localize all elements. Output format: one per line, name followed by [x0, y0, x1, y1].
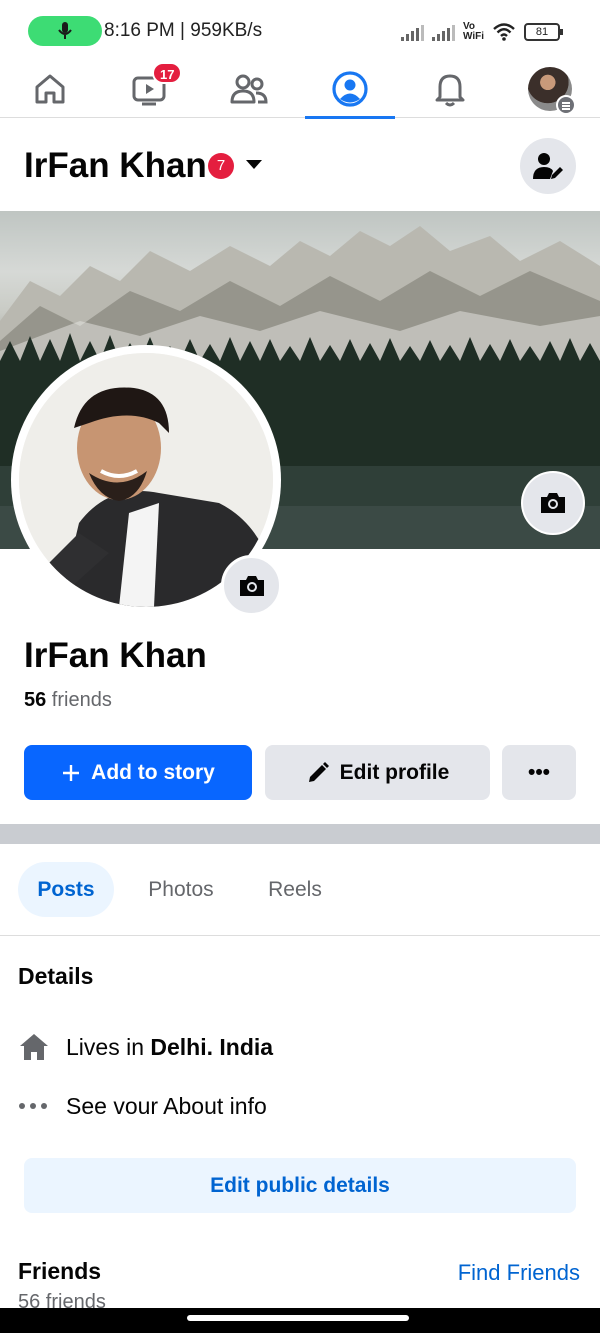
lives-in-row: Lives in Delhi. India	[18, 1029, 273, 1065]
mic-indicator	[28, 16, 102, 46]
more-icon: •••	[527, 760, 551, 784]
details-title: Details	[18, 963, 94, 989]
status-icons: Vo WiFi 81	[400, 18, 563, 46]
video-badge: 17	[152, 62, 183, 84]
menu-icon	[556, 95, 576, 115]
account-badge: 7	[208, 153, 234, 179]
house-icon	[20, 1034, 48, 1060]
nav-video[interactable]: 17	[104, 60, 194, 118]
cover-camera-button[interactable]	[523, 473, 583, 533]
nav-friends[interactable]	[204, 60, 294, 118]
vowifi-label: Vo WiFi	[462, 21, 484, 42]
plus-icon	[63, 764, 80, 781]
find-friends-link[interactable]: Find Friends	[458, 1260, 580, 1286]
add-to-story-button[interactable]: Add to story	[24, 745, 252, 800]
status-bar: 8:16 PM | 959KB/s Vo WiFi 81	[0, 0, 600, 60]
home-icon	[35, 74, 65, 104]
lives-in-prefix: Lives in	[66, 1033, 144, 1060]
profile-camera-button[interactable]	[221, 555, 282, 616]
tab-photos[interactable]: Photos	[133, 862, 229, 917]
about-info-label: See vour About info	[66, 1092, 267, 1119]
profile-name: IrFan Khan	[24, 636, 207, 675]
nav-notifications[interactable]	[405, 60, 495, 118]
about-info-row[interactable]: See vour About info	[18, 1088, 267, 1124]
wifi-icon	[493, 23, 515, 41]
section-divider	[0, 824, 600, 844]
nav-menu[interactable]	[505, 60, 595, 118]
camera-icon	[541, 493, 565, 513]
friends-section-title: Friends	[18, 1258, 102, 1284]
chevron-down-icon[interactable]	[246, 160, 262, 169]
menu-avatar	[528, 67, 576, 115]
more-dots-icon	[19, 1103, 47, 1109]
battery-icon: 81	[524, 23, 563, 41]
signal-icon-2	[431, 23, 455, 41]
user-edit-icon	[533, 153, 563, 179]
camera-icon	[239, 575, 264, 596]
bell-icon	[435, 74, 465, 107]
friends-count[interactable]: 56 friends	[24, 689, 112, 712]
lives-in-place: Delhi. India	[150, 1033, 274, 1060]
signal-icon	[400, 23, 424, 41]
top-nav: 17	[0, 60, 600, 119]
header-title[interactable]: IrFan Khan	[24, 146, 207, 186]
pencil-icon	[308, 761, 329, 782]
profile-tabs: Posts Photos Reels	[0, 844, 600, 936]
nav-home[interactable]	[5, 60, 95, 118]
nav-profile[interactable]	[305, 60, 395, 119]
friends-icon	[230, 74, 268, 104]
edit-profile-label: Edit profile	[339, 760, 450, 784]
microphone-icon	[58, 22, 72, 39]
status-time: 8:16 PM | 959KB/s	[104, 20, 263, 41]
tab-reels[interactable]: Reels	[250, 862, 340, 917]
more-options-button[interactable]: •••	[502, 745, 576, 800]
edit-profile-button[interactable]: Edit profile	[265, 745, 490, 800]
edit-user-button[interactable]	[520, 138, 576, 194]
edit-public-details-button[interactable]: Edit public details	[24, 1158, 576, 1213]
home-gesture-bar[interactable]	[187, 1315, 409, 1321]
profile-icon	[332, 71, 368, 107]
tab-posts[interactable]: Posts	[18, 862, 114, 917]
add-to-story-label: Add to story	[91, 760, 215, 784]
